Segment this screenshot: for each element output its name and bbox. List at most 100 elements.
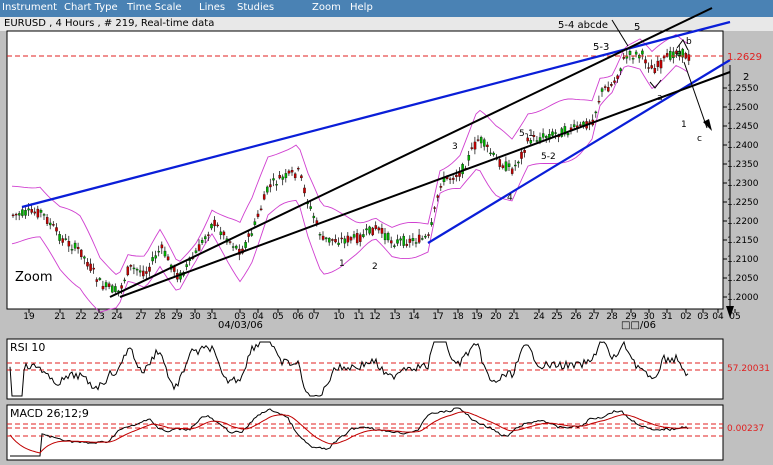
price-tick-label: 1.2350 [727,160,759,170]
candle-body [324,237,328,240]
candle-body [287,170,291,174]
wave-label: 5 [634,22,640,33]
candle-body [210,223,213,229]
candle-body [160,244,164,249]
candle-body [328,238,331,243]
candle-body [377,227,381,231]
candle-body [259,208,263,211]
candle-body [70,249,74,251]
candle-body [560,128,564,137]
candle-body [340,237,343,240]
candle-body [64,238,68,240]
time-tick-label: 26 [570,312,582,322]
price-tick-label: 1.2000 [727,293,759,303]
wave-label: 5-1 [519,129,534,139]
candle-body [644,59,647,64]
candle-body [483,139,486,147]
price-tick-label: 1.2500 [727,103,759,113]
candle-body [368,226,371,234]
candle-body [278,174,281,179]
candle-body [504,161,508,171]
candle-body [200,240,204,243]
candle-body [250,233,254,236]
candle-body [647,67,650,69]
candle-body [346,235,350,243]
candle-body [138,270,142,273]
wave-label: 5-4 abcde [558,20,608,31]
month-label: 04/03/06 [218,320,263,331]
rsi-panel[interactable] [6,338,724,400]
candle-body [67,241,71,247]
candle-body [656,60,660,67]
time-tick-label: 04 [712,312,724,322]
candle-body [95,279,99,282]
candle-body [386,232,390,241]
candle-body [476,139,480,141]
candle-body [39,210,43,213]
wave-label: 3 [452,142,458,152]
candle-body [659,60,663,69]
candle-body [24,210,27,216]
candle-body [321,235,325,240]
candle-body [554,132,557,134]
candle-body [163,250,167,257]
candle-body [600,88,604,92]
candle-body [359,234,362,242]
current-price-label: 1.2629 [727,52,762,63]
time-tick-label: 14 [408,312,420,322]
candle-body [33,211,37,214]
zoom-label[interactable]: Zoom [15,270,52,285]
candle-body [492,152,495,155]
macd-panel[interactable] [6,404,724,461]
candle-body [514,164,517,167]
candle-body [194,250,198,253]
candle-body [185,264,188,268]
price-tick-label: 1.2450 [727,122,759,132]
candle-body [213,219,216,227]
candle-body [362,234,365,237]
time-tick-label: 18 [452,312,464,322]
candle-body [154,255,157,259]
candle-body [148,266,151,272]
candle-body [76,246,80,250]
candle-body [479,137,483,144]
candle-body [14,213,18,216]
candle-body [653,68,657,74]
candle-body [662,56,666,59]
candle-body [36,208,40,218]
candle-body [262,194,266,200]
wave-label: 1 [339,259,345,269]
time-tick-label: 31 [661,312,672,322]
price-panel[interactable] [6,30,724,310]
candle-body [290,170,294,173]
candle-body [123,279,126,282]
candle-body [228,241,232,243]
time-tick-label: 24 [533,312,545,322]
candle-body [132,267,136,270]
candle-body [235,245,238,249]
candle-body [411,238,415,242]
candle-body [498,159,502,167]
candle-body [275,184,278,186]
candle-body [374,225,378,229]
time-tick-label: 20 [490,312,502,322]
candle-body [219,231,223,236]
candle-body [470,147,474,149]
candle-body [334,239,337,243]
candle-body [417,234,421,243]
chart-canvas[interactable]: 5-4 abcde 5 5-3 b e a 5-1 3 5-2 4 1 2 1 … [0,0,773,465]
wave-label: 2 [372,262,378,272]
candle-body [486,144,489,147]
candle-body [18,213,21,216]
candle-body [529,140,533,144]
candle-body [92,267,95,270]
candle-body [247,233,250,237]
month-label: □□/06 [621,320,656,331]
time-tick-label: 03 [697,312,708,322]
candle-body [439,186,443,188]
candle-body [197,244,201,251]
price-tick-label: 1.2050 [727,274,759,284]
candle-body [204,236,207,240]
time-tick-label: 07 [308,312,319,322]
candle-body [129,265,133,267]
